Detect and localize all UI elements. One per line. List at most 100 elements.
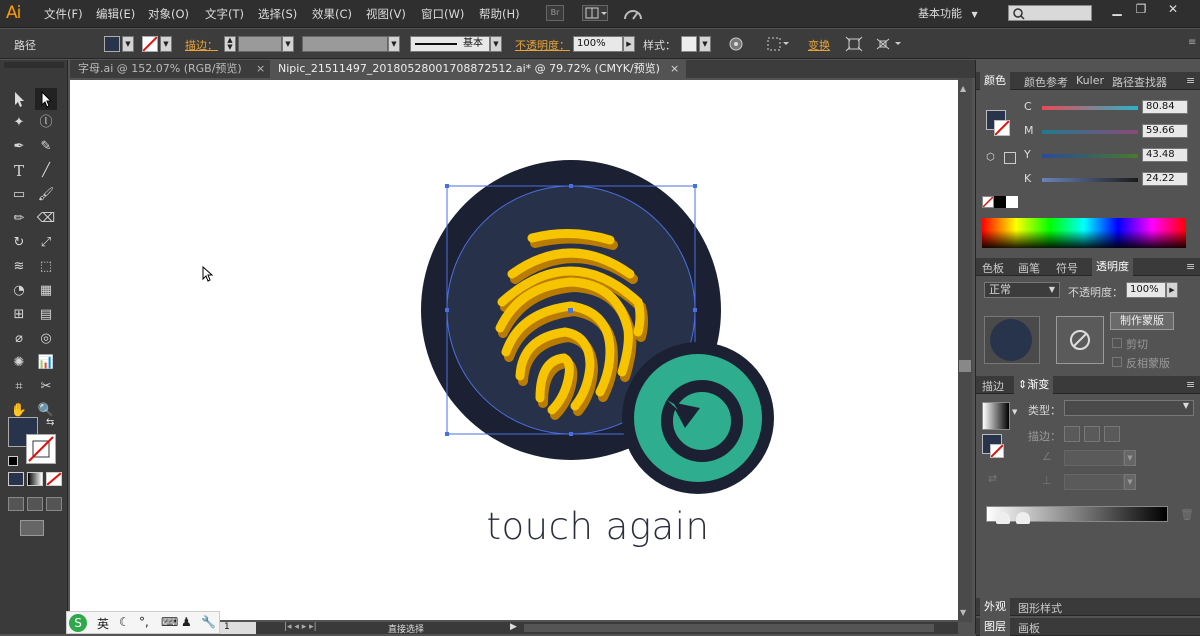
pencil-tool-icon[interactable]: ✏ [8, 208, 30, 230]
curvature-pen-icon[interactable]: ✎ [35, 136, 57, 158]
direct-selection-tool-icon[interactable] [35, 88, 57, 110]
brush-definition[interactable]: 基本 [410, 36, 490, 52]
gradient-tool-icon[interactable]: ▤ [35, 304, 57, 326]
menu-file[interactable]: 文件(F) [44, 6, 83, 22]
user-icon[interactable]: ♟ [181, 615, 192, 629]
blend-mode-select[interactable]: 正常 ▼ [984, 282, 1060, 298]
tab-brushes[interactable]: 画笔 [1018, 260, 1040, 276]
tab-symbols[interactable]: 符号 [1056, 260, 1078, 276]
transform-label[interactable]: 变换 [808, 37, 830, 53]
web-safe-icon[interactable] [1004, 152, 1016, 164]
graphic-style-swatch[interactable] [681, 36, 697, 52]
moon-icon[interactable]: ☾ [119, 615, 130, 629]
stroke-weight-stepper[interactable]: ▲ ▼ [224, 36, 236, 52]
variable-width-profile[interactable] [302, 36, 388, 52]
restore-button[interactable]: ❐ [1130, 2, 1152, 18]
screen-mode-icon[interactable] [20, 520, 44, 536]
gradient-angle-field[interactable] [1064, 450, 1124, 466]
fill-swatch[interactable] [104, 36, 120, 52]
stroke-swatch[interactable] [142, 36, 158, 52]
make-mask-button[interactable]: 制作蒙版 [1110, 312, 1174, 330]
status-arrow[interactable]: ▶ [510, 622, 517, 632]
symbol-sprayer-tool-icon[interactable]: ✺ [8, 352, 30, 374]
channel-k-slider[interactable] [1042, 178, 1138, 182]
invert-mask-checkbox[interactable] [1112, 357, 1122, 367]
menu-effect[interactable]: 效果(C) [312, 6, 352, 22]
tab-color-guide[interactable]: 颜色参考 [1024, 74, 1068, 90]
scroll-down-arrow[interactable]: ▼ [960, 608, 970, 617]
rectangle-tool-icon[interactable]: ▭ [8, 184, 30, 206]
menu-window[interactable]: 窗口(W) [421, 6, 464, 22]
gradient-aspect-field[interactable] [1064, 474, 1124, 490]
reverse-gradient-icon[interactable]: ⇄ [988, 472, 997, 485]
brush-dropdown[interactable]: ▼ [490, 36, 502, 52]
selection-tool-icon[interactable] [8, 88, 30, 110]
artboard-nav-arrows[interactable]: |◂ ◂ ▸ ▸| [284, 622, 317, 632]
gradient-preview[interactable] [982, 402, 1010, 430]
stroke-across-icon[interactable] [1104, 426, 1120, 442]
punctuation-icon[interactable]: °, [139, 615, 149, 629]
gradient-preset-dropdown[interactable]: ▼ [1012, 408, 1017, 416]
tab-transparency[interactable]: 透明度 [1092, 258, 1133, 276]
white-chip[interactable] [1006, 196, 1018, 208]
tab-document-1[interactable]: 字母.ai @ 152.07% (RGB/预览) × [70, 60, 270, 78]
mesh-tool-icon[interactable]: ⊞ [8, 304, 30, 326]
channel-c-slider[interactable] [1042, 106, 1138, 110]
swap-colors-icon[interactable]: ⇆ [46, 417, 54, 428]
close-tab-icon[interactable]: × [670, 60, 679, 78]
rotate-tool-icon[interactable]: ↻ [8, 232, 30, 254]
envelope-distort-icon[interactable] [874, 36, 904, 52]
tab-document-2[interactable]: Nipic_21511497_20180528001708872512.ai* … [270, 60, 686, 78]
tab-gradient[interactable]: ⇕渐变 [1014, 376, 1054, 394]
toolbox-grip[interactable] [4, 62, 64, 68]
transparency-opacity-field[interactable]: 100% [1126, 282, 1166, 298]
menu-object[interactable]: 对象(O) [148, 6, 189, 22]
control-menu-icon[interactable]: ≡ [1188, 37, 1196, 48]
tab-swatches[interactable]: 色板 [982, 260, 1004, 276]
panel-menu-icon[interactable]: ≡ [1186, 260, 1195, 273]
menu-type[interactable]: 文字(T) [205, 6, 244, 22]
tab-appearance[interactable]: 外观 [980, 598, 1010, 616]
stroke-within-icon[interactable] [1064, 426, 1080, 442]
channel-y-value[interactable]: 43.48 [1142, 148, 1188, 162]
bridge-icon[interactable]: Br [546, 5, 564, 21]
retry-badge[interactable] [622, 342, 774, 494]
artboard-tool-icon[interactable]: ⌗ [8, 376, 30, 398]
arrange-documents-icon[interactable] [582, 5, 608, 21]
scroll-thumb[interactable] [959, 360, 971, 372]
type-tool-icon[interactable]: T [8, 160, 30, 182]
shape-builder-tool-icon[interactable]: ◔ [8, 280, 30, 302]
menu-help[interactable]: 帮助(H) [479, 6, 520, 22]
tab-color[interactable]: 颜色 [980, 72, 1010, 90]
profile-dropdown[interactable]: ▼ [388, 36, 400, 52]
align-icon[interactable] [766, 36, 790, 52]
tab-layers[interactable]: 图层 [980, 618, 1010, 636]
stroke-label[interactable]: 描边： [185, 37, 218, 53]
none-color-chip[interactable] [982, 196, 994, 208]
recolor-artwork-icon[interactable] [728, 36, 744, 52]
blend-tool-icon[interactable]: ◎ [35, 328, 57, 350]
keyboard-icon[interactable]: ⌨ [161, 615, 178, 629]
color-spectrum[interactable] [982, 218, 1186, 248]
panel-menu-icon[interactable]: ≡ [1186, 378, 1195, 391]
wrench-icon[interactable]: 🔧 [201, 615, 216, 629]
menu-edit[interactable]: 编辑(E) [96, 6, 135, 22]
draw-inside-icon[interactable] [46, 497, 62, 511]
gpu-performance-icon[interactable] [622, 5, 644, 23]
channel-y-slider[interactable] [1042, 154, 1138, 158]
gradient-stroke-swatch[interactable] [990, 444, 1004, 458]
sogou-logo-icon[interactable]: S [69, 614, 87, 632]
horizontal-scrollbar[interactable] [524, 624, 934, 632]
artboard-number-field[interactable]: 1 [220, 622, 256, 634]
eraser-tool-icon[interactable]: ⌫ [35, 208, 57, 230]
eyedropper-tool-icon[interactable]: ⌀ [8, 328, 30, 350]
warp-tool-icon[interactable]: ≋ [8, 256, 30, 278]
free-transform-tool-icon[interactable]: ⬚ [35, 256, 57, 278]
opacity-arrow[interactable]: ▶ [623, 36, 635, 52]
mask-thumbnail[interactable] [1056, 316, 1104, 364]
default-colors-icon[interactable] [8, 456, 18, 466]
current-tool-status[interactable]: 直接选择 [388, 622, 424, 635]
transparency-opacity-arrow[interactable]: ▶ [1166, 282, 1178, 298]
gradient-slider[interactable] [986, 506, 1168, 522]
stroke-weight-dropdown[interactable]: ▼ [282, 36, 294, 52]
